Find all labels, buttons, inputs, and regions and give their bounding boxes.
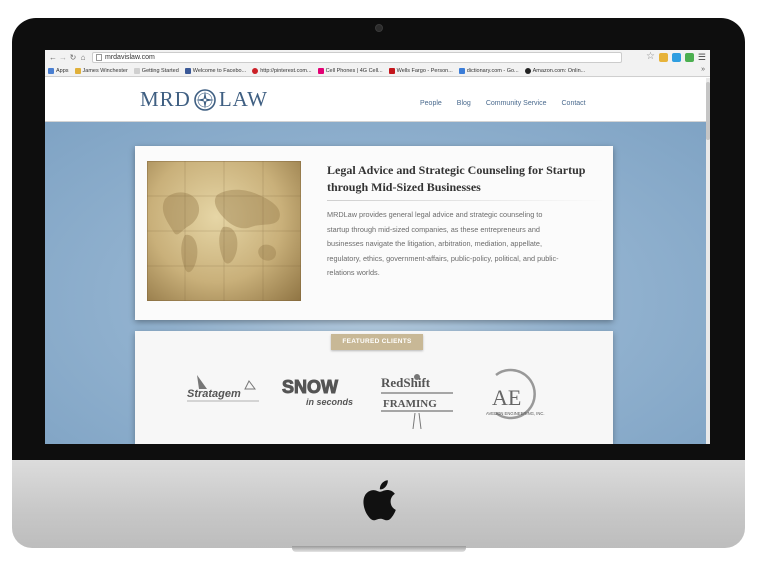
logo-text-right: LAW — [218, 87, 268, 111]
tmobile-icon — [317, 67, 324, 74]
featured-clients-card: FEATURED CLIENTS Stratagem SNOW in secon… — [135, 331, 613, 444]
logo-text-left: MRD — [140, 87, 191, 111]
site-logo[interactable]: MRD LAW — [140, 87, 268, 112]
bookmark-label: Amazon.com: Onlin... — [532, 67, 586, 74]
scrollbar[interactable] — [706, 78, 710, 444]
intro-body: MRDLaw provides general legal advice and… — [327, 210, 559, 277]
bookmarks-bar: Apps James Winchester Getting Started We… — [45, 65, 710, 77]
extension-icon[interactable] — [658, 52, 668, 62]
compass-icon — [194, 88, 216, 111]
featured-clients-tab: FEATURED CLIENTS — [331, 334, 423, 350]
back-arrow-icon[interactable]: ← — [48, 53, 58, 62]
nav-contact[interactable]: Contact — [562, 100, 586, 107]
title-divider — [327, 200, 605, 201]
site-header: MRD LAW People Blog Community Service Co… — [45, 78, 706, 122]
bookmark-item[interactable]: Wells Fargo - Person... — [388, 67, 453, 74]
bookmark-item[interactable]: Getting Started — [133, 67, 179, 74]
menu-icon[interactable]: ☰ — [698, 52, 706, 62]
extension-icon[interactable] — [684, 52, 694, 62]
bookmark-label: James Winchester — [82, 67, 128, 74]
browser-toolbar: ← → ↻ ⌂ mrdavislaw.com ☆ ☰ — [45, 50, 710, 65]
bookmark-folder[interactable]: James Winchester — [74, 67, 128, 74]
in-seconds-text: in seconds — [306, 397, 353, 407]
bookmark-label: Cell Phones | 4G Cell... — [325, 67, 383, 74]
bookmark-label: dictionary.com - Go... — [466, 67, 519, 74]
redshift-text: RedShift — [381, 375, 431, 390]
imac-stand — [292, 546, 466, 552]
bookmark-item[interactable]: dictionary.com - Go... — [458, 67, 519, 74]
extension-icon[interactable] — [671, 52, 681, 62]
apple-logo-icon — [363, 480, 396, 521]
bookmark-label: Getting Started — [141, 67, 179, 74]
dictionary-icon — [458, 67, 465, 74]
intro-card: Legal Advice and Strategic Counseling fo… — [135, 146, 613, 320]
page-icon — [133, 67, 140, 74]
avedon-name: AVEDON ENGINEERING, INC. — [486, 411, 545, 416]
bookmark-label: http://pinterest.com... — [260, 67, 312, 74]
address-bar-url: mrdavislaw.com — [105, 54, 155, 61]
wells-fargo-icon — [388, 67, 395, 74]
bookmark-item[interactable]: Amazon.com: Onlin... — [524, 67, 586, 74]
stratagem-logo[interactable]: Stratagem — [183, 371, 265, 407]
bookmark-item[interactable]: http://pinterest.com... — [252, 67, 312, 74]
nav-people[interactable]: People — [420, 100, 442, 107]
framing-text: FRAMING — [383, 398, 437, 410]
page-icon — [96, 54, 102, 61]
avedon-engineering-logo[interactable]: AE AVEDON ENGINEERING, INC. — [478, 363, 554, 433]
folder-icon — [74, 67, 81, 74]
snow-text: SNOW — [282, 377, 338, 397]
address-bar[interactable]: mrdavislaw.com — [92, 52, 622, 63]
bookmark-star-icon[interactable]: ☆ — [646, 52, 655, 62]
avedon-mark: AE — [492, 385, 521, 410]
forward-arrow-icon[interactable]: → — [58, 53, 68, 62]
world-map-image — [147, 161, 301, 301]
snow-in-seconds-logo[interactable]: SNOW in seconds — [280, 375, 360, 409]
home-icon[interactable]: ⌂ — [78, 53, 88, 62]
bookmark-item[interactable]: Cell Phones | 4G Cell... — [317, 67, 383, 74]
bookmark-apps[interactable]: Apps — [48, 67, 69, 74]
bookmark-label: Wells Fargo - Person... — [396, 67, 453, 74]
redshift-framing-logo[interactable]: RedShift FRAMING — [379, 371, 455, 433]
apps-icon — [48, 67, 54, 74]
scrollbar-thumb[interactable] — [706, 82, 710, 140]
nav-community-service[interactable]: Community Service — [486, 100, 547, 107]
screen: ← → ↻ ⌂ mrdavislaw.com ☆ ☰ Apps James Wi… — [45, 50, 710, 444]
site-nav: People Blog Community Service Contact — [420, 100, 586, 107]
intro-title: Legal Advice and Strategic Counseling fo… — [327, 163, 586, 194]
bookmark-item[interactable]: Welcome to Facebo... — [184, 67, 247, 74]
stratagem-text: Stratagem — [187, 388, 241, 400]
reload-icon[interactable]: ↻ — [68, 53, 78, 62]
facebook-icon — [184, 67, 191, 74]
pinterest-icon — [252, 67, 259, 74]
bookmark-label: Welcome to Facebo... — [192, 67, 247, 74]
amazon-icon — [524, 67, 531, 74]
nav-blog[interactable]: Blog — [457, 100, 471, 107]
camera-icon — [376, 25, 382, 31]
bookmarks-overflow[interactable]: » — [701, 66, 705, 73]
bookmark-label: Apps — [56, 67, 69, 74]
